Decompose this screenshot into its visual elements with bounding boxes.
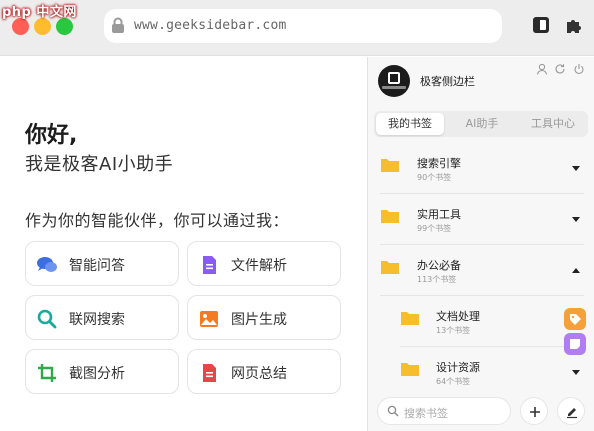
tag-icon [570, 314, 581, 325]
image-icon [200, 311, 218, 327]
subfolder-design-resources[interactable]: 设计资源 64个书签 [400, 349, 584, 397]
folder-count: 99个书签 [417, 224, 452, 233]
feature-label: 网页总结 [231, 366, 287, 382]
feature-label: 文件解析 [231, 258, 287, 274]
folder-icon [381, 261, 399, 274]
bookmark-sidebar: 极客侧边栏 我的书签 AI助手 工具中心 搜索引擎 90个书签 实用工具 99个… [367, 57, 594, 431]
folder-name: 设计资源 [436, 361, 480, 374]
add-bookmark-button[interactable] [520, 397, 548, 425]
chat-bubbles-icon [37, 257, 57, 272]
chevron-down-icon[interactable] [572, 370, 580, 376]
crop-icon [38, 364, 56, 382]
tab-ai-assistant[interactable]: AI助手 [448, 113, 516, 135]
folder-name: 搜索引擎 [417, 157, 461, 170]
note-quick-button[interactable] [564, 333, 586, 355]
folder-icon [381, 210, 399, 223]
tab-tool-center[interactable]: 工具中心 [520, 113, 586, 135]
sidebar-toggle-icon[interactable] [532, 16, 550, 34]
chevron-down-icon[interactable] [572, 166, 580, 172]
tag-quick-button[interactable] [564, 308, 586, 330]
note-icon [570, 339, 580, 349]
folder-icon [401, 363, 419, 376]
assistant-intro: 我是极客AI小助手 [25, 154, 174, 175]
feature-file-parse-button[interactable]: 文件解析 [187, 241, 341, 286]
greeting-title: 你好, [25, 123, 78, 148]
close-window-button[interactable] [12, 18, 29, 35]
feature-page-summary-button[interactable]: 网页总结 [187, 349, 341, 394]
summary-doc-icon [203, 364, 216, 382]
refresh-icon[interactable] [554, 63, 566, 75]
subfolder-document-processing[interactable]: 文档处理 13个书签 [400, 298, 584, 346]
folder-count: 113个书签 [417, 275, 457, 284]
chevron-up-icon[interactable] [572, 268, 580, 274]
folder-name: 实用工具 [417, 208, 461, 221]
brand-name: 极客侧边栏 [420, 75, 475, 88]
chevron-down-icon[interactable] [572, 217, 580, 223]
feature-image-gen-button[interactable]: 图片生成 [187, 295, 341, 340]
edit-bookmarks-button[interactable] [557, 397, 585, 425]
folder-name: 文档处理 [436, 310, 480, 323]
feature-screenshot-analysis-button[interactable]: 截图分析 [25, 349, 179, 394]
folder-office-essentials[interactable]: 办公必备 113个书签 [380, 247, 584, 295]
feature-label: 联网搜索 [69, 312, 125, 328]
sidebar-tabs: 我的书签 AI助手 工具中心 [374, 111, 588, 137]
folder-count: 64个书签 [436, 377, 471, 386]
folder-count: 90个书签 [417, 173, 452, 182]
brand-logo [378, 65, 410, 97]
search-input[interactable]: 搜索书签 [404, 405, 448, 421]
maximize-window-button[interactable] [56, 18, 73, 35]
document-icon [203, 256, 216, 274]
power-icon[interactable] [573, 63, 585, 75]
bookmark-search-box[interactable]: 搜索书签 [377, 397, 511, 425]
tab-my-bookmarks[interactable]: 我的书签 [376, 113, 444, 135]
folder-icon [381, 159, 399, 172]
capabilities-lead: 作为你的智能伙伴，你可以通过我： [25, 211, 290, 230]
user-icon[interactable] [536, 63, 548, 75]
extensions-puzzle-icon[interactable] [565, 16, 583, 34]
assistant-main-panel: 你好, 我是极客AI小助手 作为你的智能伙伴，你可以通过我： 智能问答 文件解析… [0, 57, 366, 431]
search-icon [387, 405, 399, 417]
feature-smart-qa-button[interactable]: 智能问答 [25, 241, 179, 286]
folder-utility-tools[interactable]: 实用工具 99个书签 [380, 196, 584, 244]
address-bar[interactable]: www.geeksidebar.com [104, 9, 502, 43]
plus-icon [530, 407, 540, 417]
watermark: php 中文网 [2, 5, 77, 20]
feature-label: 智能问答 [69, 258, 125, 274]
url-text: www.geeksidebar.com [134, 18, 287, 33]
browser-toolbar: php 中文网 www.geeksidebar.com [0, 0, 594, 56]
folder-count: 13个书签 [436, 326, 471, 335]
folder-search-engines[interactable]: 搜索引擎 90个书签 [380, 145, 584, 193]
feature-web-search-button[interactable]: 联网搜索 [25, 295, 179, 340]
folder-name: 办公必备 [417, 259, 461, 272]
edit-pen-icon [567, 408, 577, 419]
feature-label: 图片生成 [231, 312, 287, 328]
minimize-window-button[interactable] [34, 18, 51, 35]
lock-icon [112, 17, 124, 33]
feature-label: 截图分析 [69, 366, 125, 382]
folder-icon [401, 312, 419, 325]
magnifier-icon [37, 309, 57, 329]
